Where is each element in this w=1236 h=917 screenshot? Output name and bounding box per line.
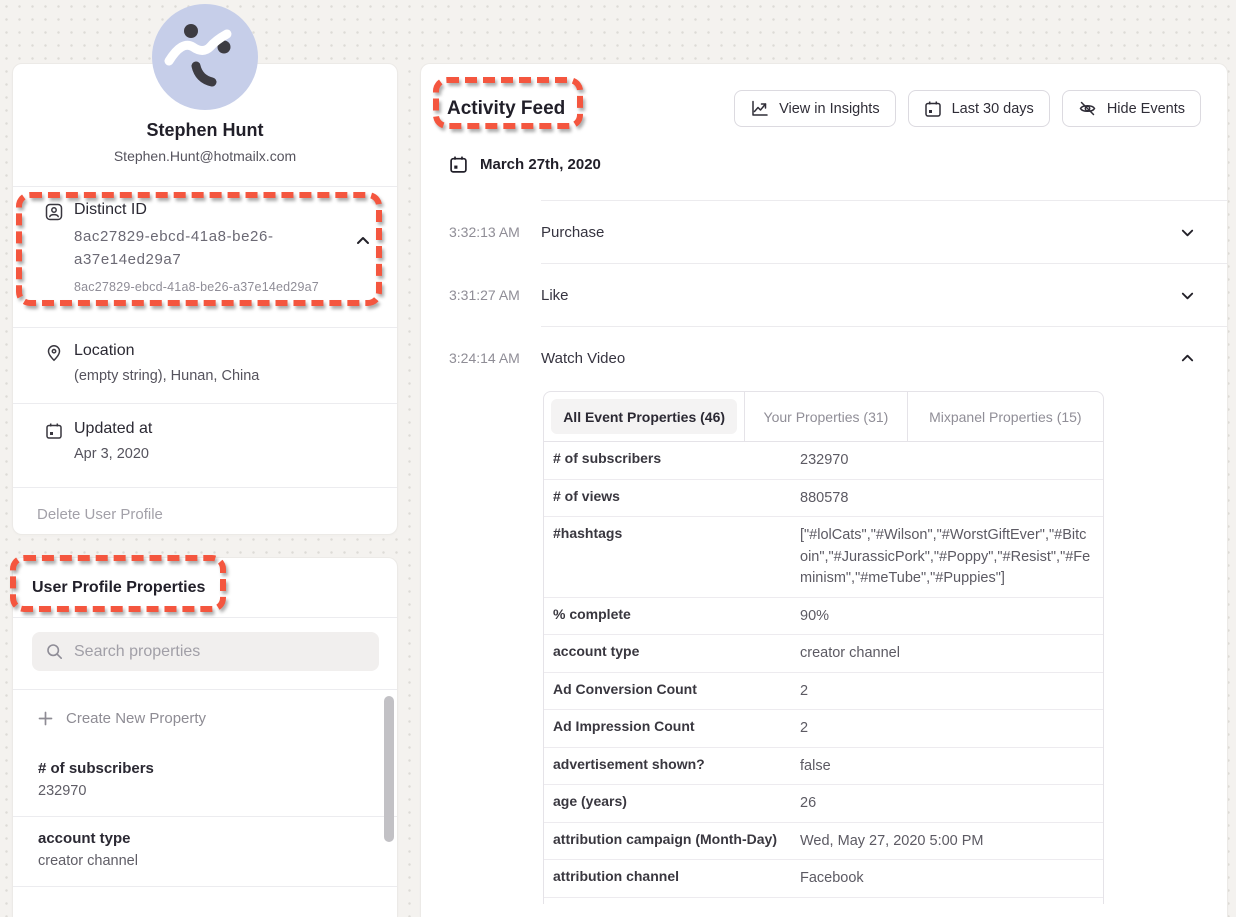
activity-feed-title: Activity Feed [447, 98, 565, 120]
property-value: creator channel [38, 853, 397, 869]
event-properties-panel: All Event Properties (46) Your Propertie… [543, 391, 1104, 904]
table-row: #hashtags ["#lolCats","#Wilson","#WorstG… [544, 517, 1103, 598]
search-properties-input[interactable] [74, 643, 365, 661]
event-row-purchase[interactable]: 3:32:13 AM Purchase [421, 201, 1227, 263]
table-row: Ad Impression Count 2 [544, 710, 1103, 748]
search-icon [46, 643, 63, 660]
calendar-icon [449, 155, 468, 174]
updated-at-value: Apr 3, 2020 [74, 444, 152, 465]
line-chart-icon [750, 99, 769, 118]
table-row: attribution channel Facebook [544, 860, 1103, 898]
list-item[interactable]: # of subscribers 232970 [13, 747, 397, 817]
map-pin-icon [45, 344, 63, 362]
table-row: attribution campaign (Month-Day) Wed, Ma… [544, 823, 1103, 861]
scrollbar-thumb[interactable] [384, 696, 394, 842]
event-row-like[interactable]: 3:31:27 AM Like [421, 264, 1227, 326]
chevron-down-icon[interactable] [1180, 288, 1195, 303]
chevron-down-icon[interactable] [1180, 225, 1195, 240]
distinct-id-label: Distinct ID [74, 201, 319, 219]
property-name: account type [38, 830, 397, 847]
chevron-up-icon[interactable] [355, 233, 375, 253]
event-time: 3:32:13 AM [449, 224, 541, 240]
table-row: % complete 90% [544, 598, 1103, 636]
create-new-property-button[interactable]: Create New Property [13, 690, 397, 747]
event-time: 3:24:14 AM [449, 350, 541, 366]
user-email: Stephen.Hunt@hotmailx.com [13, 148, 397, 164]
distinct-id-section: Distinct ID 8ac27829-ebcd-41a8-be26-a37e… [13, 187, 397, 327]
contact-card-icon [45, 203, 63, 221]
search-properties-box[interactable] [32, 632, 379, 671]
view-in-insights-button[interactable]: View in Insights [734, 90, 895, 127]
hide-events-button[interactable]: Hide Events [1062, 90, 1201, 127]
table-row: # of views 880578 [544, 480, 1103, 518]
updated-at-label: Updated at [74, 420, 152, 438]
plus-icon [38, 711, 53, 726]
distinct-id-value: 8ac27829-ebcd-41a8-be26-a37e14ed29a7 [74, 225, 319, 271]
activity-feed-card: Activity Feed View in Insights [420, 63, 1228, 917]
event-name: Like [541, 287, 1180, 304]
event-time: 3:31:27 AM [449, 287, 541, 303]
table-row: account type creator channel [544, 635, 1103, 673]
location-value: (empty string), Hunan, China [74, 366, 259, 387]
user-profile-card: Stephen Hunt Stephen.Hunt@hotmailx.com D… [12, 63, 398, 535]
location-label: Location [74, 342, 259, 360]
updated-at-section: Updated at Apr 3, 2020 [13, 404, 397, 487]
property-value: 232970 [38, 783, 397, 799]
list-item[interactable]: account type creator channel [13, 817, 397, 887]
event-properties-tabs: All Event Properties (46) Your Propertie… [544, 392, 1103, 442]
event-name: Purchase [541, 224, 1180, 241]
user-profile-properties-title: User Profile Properties [13, 558, 397, 618]
calendar-icon [45, 422, 63, 440]
table-row: Ad Conversion Count 2 [544, 673, 1103, 711]
location-section: Location (empty string), Hunan, China [13, 328, 397, 403]
event-row-watch-video[interactable]: 3:24:14 AM Watch Video [421, 327, 1227, 389]
property-name: # of subscribers [38, 760, 397, 777]
table-row: age (years) 26 [544, 785, 1103, 823]
table-row: advertisement shown? false [544, 748, 1103, 786]
tab-all-event-properties[interactable]: All Event Properties (46) [544, 392, 744, 441]
date-header: March 27th, 2020 [449, 155, 1201, 174]
table-row [544, 898, 1103, 904]
properties-list: Create New Property # of subscribers 232… [13, 690, 397, 887]
last-30-days-button[interactable]: Last 30 days [908, 90, 1050, 127]
delete-user-profile-button[interactable]: Delete User Profile [13, 488, 397, 540]
user-profile-properties-card: User Profile Properties Create New Prope… [12, 557, 398, 917]
calendar-icon [924, 100, 942, 118]
event-name: Watch Video [541, 350, 1180, 367]
distinct-id-copy: 8ac27829-ebcd-41a8-be26-a37e14ed29a7 [74, 280, 377, 294]
tab-mixpanel-properties[interactable]: Mixpanel Properties (15) [907, 392, 1103, 441]
tab-your-properties[interactable]: Your Properties (31) [744, 392, 906, 441]
chevron-up-icon[interactable] [1180, 351, 1195, 366]
user-name: Stephen Hunt [13, 120, 397, 141]
table-row: # of subscribers 232970 [544, 442, 1103, 480]
user-avatar [152, 4, 258, 110]
eye-off-icon [1078, 99, 1097, 118]
